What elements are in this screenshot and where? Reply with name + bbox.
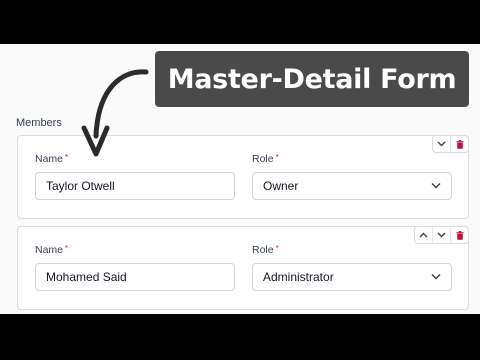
app-screen: Members Name * Taylor Otwell Role * Owner [0, 44, 480, 314]
chevron-up-icon [419, 232, 428, 238]
members-section-label: Members [16, 117, 62, 129]
role-field-label: Role * [252, 244, 279, 256]
chevron-down-icon [431, 273, 441, 280]
delete-button[interactable] [450, 136, 468, 152]
item-actions [414, 226, 469, 244]
required-marker: * [65, 244, 69, 253]
chevron-down-icon [437, 232, 446, 238]
move-down-button[interactable] [432, 227, 450, 243]
name-field-label: Name * [35, 244, 69, 256]
required-marker: * [275, 153, 279, 162]
role-select[interactable]: Owner [252, 172, 452, 200]
role-select-value: Administrator [263, 270, 334, 284]
member-card: Name * Taylor Otwell Role * Owner [17, 135, 469, 219]
trash-icon [456, 230, 463, 240]
name-field-label: Name * [35, 153, 69, 165]
overlay-title-banner: Master-Detail Form [155, 51, 469, 107]
required-marker: * [275, 244, 279, 253]
member-card: Name * Mohamed Said Role * Administrator [17, 226, 469, 310]
chevron-down-icon [437, 141, 446, 147]
name-input[interactable]: Mohamed Said [35, 263, 235, 291]
delete-button[interactable] [450, 227, 468, 243]
move-down-button[interactable] [433, 136, 450, 152]
role-field-label: Role * [252, 153, 279, 165]
item-actions [432, 135, 469, 153]
role-select[interactable]: Administrator [252, 263, 452, 291]
move-up-button[interactable] [415, 227, 432, 243]
required-marker: * [65, 153, 69, 162]
trash-icon [456, 139, 463, 149]
name-input[interactable]: Taylor Otwell [35, 172, 235, 200]
role-select-value: Owner [263, 179, 299, 193]
chevron-down-icon [431, 182, 441, 189]
